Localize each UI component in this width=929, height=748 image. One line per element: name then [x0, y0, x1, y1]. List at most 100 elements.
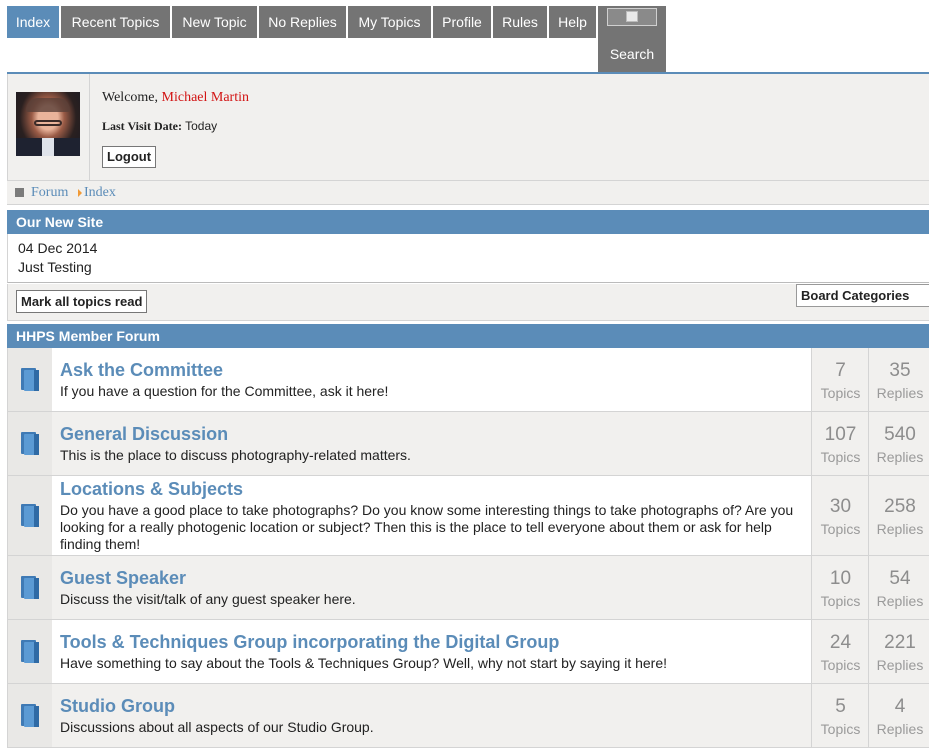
topics-number: 10	[829, 568, 852, 589]
tab-index[interactable]: Index	[7, 6, 59, 38]
forum-icon-cell	[8, 348, 53, 411]
forum-replies-count: 221 Replies	[868, 620, 929, 683]
forum-main: Tools & Techniques Group incorporating t…	[52, 620, 811, 683]
tab-profile[interactable]: Profile	[433, 6, 491, 38]
forum-folder-icon	[21, 504, 40, 528]
news-text: Just Testing	[18, 259, 92, 275]
forum-folder-icon	[21, 704, 40, 728]
forum-replies-count: 54 Replies	[868, 556, 929, 619]
news-body: 04 Dec 2014 Just Testing	[7, 234, 929, 283]
last-visit-label: Last Visit Date:	[102, 119, 182, 133]
forum-title-link[interactable]: Studio Group	[60, 696, 175, 717]
forum-topics-count: 7 Topics	[811, 348, 869, 411]
topics-number: 107	[824, 424, 857, 445]
forum-folder-icon	[21, 432, 40, 456]
forum-icon-cell	[8, 684, 53, 747]
forum-row: Ask the Committee If you have a question…	[7, 348, 929, 412]
forum-section-header: HHPS Member Forum	[7, 324, 929, 348]
forum-description: This is the place to discuss photography…	[60, 447, 411, 463]
tab-recent-topics[interactable]: Recent Topics	[61, 6, 170, 38]
tab-rules[interactable]: Rules	[493, 6, 547, 38]
replies-label: Replies	[876, 521, 924, 537]
breadcrumb-index-link[interactable]: Index	[84, 185, 116, 201]
forum-main: Ask the Committee If you have a question…	[52, 348, 811, 411]
replies-label: Replies	[876, 449, 924, 465]
forum-topics-count: 5 Topics	[811, 684, 869, 747]
forum-topics-count: 107 Topics	[811, 412, 869, 475]
breadcrumb-arrow-icon	[78, 189, 82, 197]
replies-number: 540	[884, 424, 916, 445]
tab-no-replies[interactable]: No Replies	[259, 6, 346, 38]
forum-description: If you have a question for the Committee…	[60, 383, 389, 399]
replies-label: Replies	[876, 593, 924, 609]
avatar-cell	[8, 74, 90, 180]
topics-label: Topics	[820, 593, 861, 609]
news-date: 04 Dec 2014	[18, 240, 98, 256]
breadcrumb-forum-link[interactable]: Forum	[31, 185, 68, 201]
user-name-link[interactable]: Michael Martin	[162, 90, 249, 105]
forum-folder-icon	[21, 576, 40, 600]
topics-label: Topics	[820, 521, 861, 537]
forum-replies-count: 540 Replies	[868, 412, 929, 475]
replies-number: 221	[884, 632, 916, 653]
forum-main: Locations & Subjects Do you have a good …	[52, 476, 811, 555]
replies-label: Replies	[876, 721, 924, 737]
forum-icon-cell	[8, 412, 53, 475]
topics-number: 30	[829, 496, 852, 517]
welcome-prefix: Welcome,	[102, 90, 159, 105]
forum-description: Discussions about all aspects of our Stu…	[60, 719, 374, 735]
forum-title-link[interactable]: Guest Speaker	[60, 568, 186, 589]
topics-label: Topics	[820, 721, 861, 737]
forum-topics-count: 10 Topics	[811, 556, 869, 619]
replies-number: 258	[884, 496, 916, 517]
forum-row: Studio Group Discussions about all aspec…	[7, 684, 929, 748]
forum-description: Do you have a good place to take photogr…	[60, 502, 794, 552]
topics-number: 24	[829, 632, 852, 653]
logout-button[interactable]: Logout	[102, 146, 157, 168]
replies-label: Replies	[876, 385, 924, 401]
replies-label: Replies	[876, 657, 924, 673]
forum-topics-count: 30 Topics	[811, 476, 869, 555]
mark-all-read-button[interactable]: Mark all topics read	[16, 290, 148, 313]
forum-title-link[interactable]: General Discussion	[60, 424, 228, 445]
forum-row: Tools & Techniques Group incorporating t…	[7, 620, 929, 684]
last-visit: Last Visit Date: Today	[102, 119, 217, 134]
user-panel: Welcome, Michael Martin Last Visit Date:…	[7, 74, 929, 180]
forum-replies-count: 4 Replies	[868, 684, 929, 747]
tab-my-topics[interactable]: My Topics	[348, 6, 431, 38]
forum-icon-cell	[8, 620, 53, 683]
news-header: Our New Site	[7, 210, 929, 234]
tab-search[interactable]: Search	[598, 6, 666, 72]
topics-label: Topics	[820, 385, 861, 401]
forum-title-link[interactable]: Ask the Committee	[60, 360, 223, 381]
tab-search-label: Search	[609, 46, 655, 62]
forum-main: Guest Speaker Discuss the visit/talk of …	[52, 556, 811, 619]
topics-label: Topics	[820, 657, 861, 673]
tab-help[interactable]: Help	[549, 6, 596, 38]
breadcrumb-square-icon	[15, 188, 24, 197]
forum-row: General Discussion This is the place to …	[7, 412, 929, 476]
broken-image-icon	[607, 8, 657, 26]
forum-description: Discuss the visit/talk of any guest spea…	[60, 591, 356, 607]
forum-title-link[interactable]: Locations & Subjects	[60, 479, 243, 500]
forum-folder-icon	[21, 640, 40, 664]
forum-row: Guest Speaker Discuss the visit/talk of …	[7, 556, 929, 620]
tab-new-topic[interactable]: New Topic	[172, 6, 257, 38]
forum-icon-cell	[8, 556, 53, 619]
replies-number: 4	[894, 696, 906, 717]
forum-title-link[interactable]: Tools & Techniques Group incorporating t…	[60, 632, 559, 653]
forum-description: Have something to say about the Tools & …	[60, 655, 668, 671]
topics-number: 5	[835, 696, 846, 717]
last-visit-value: Today	[185, 119, 218, 133]
avatar[interactable]	[16, 92, 80, 156]
replies-number: 54	[889, 568, 911, 589]
breadcrumb: Forum Index	[7, 180, 929, 205]
forum-icon-cell	[8, 476, 53, 555]
board-categories-select[interactable]: Board Categories	[796, 284, 929, 307]
replies-number: 35	[889, 360, 911, 381]
forum-main: Studio Group Discussions about all aspec…	[52, 684, 811, 747]
actions-bar: Mark all topics read Board Categories	[7, 284, 929, 321]
forum-folder-icon	[21, 368, 40, 392]
forum-replies-count: 258 Replies	[868, 476, 929, 555]
forum-topics-count: 24 Topics	[811, 620, 869, 683]
